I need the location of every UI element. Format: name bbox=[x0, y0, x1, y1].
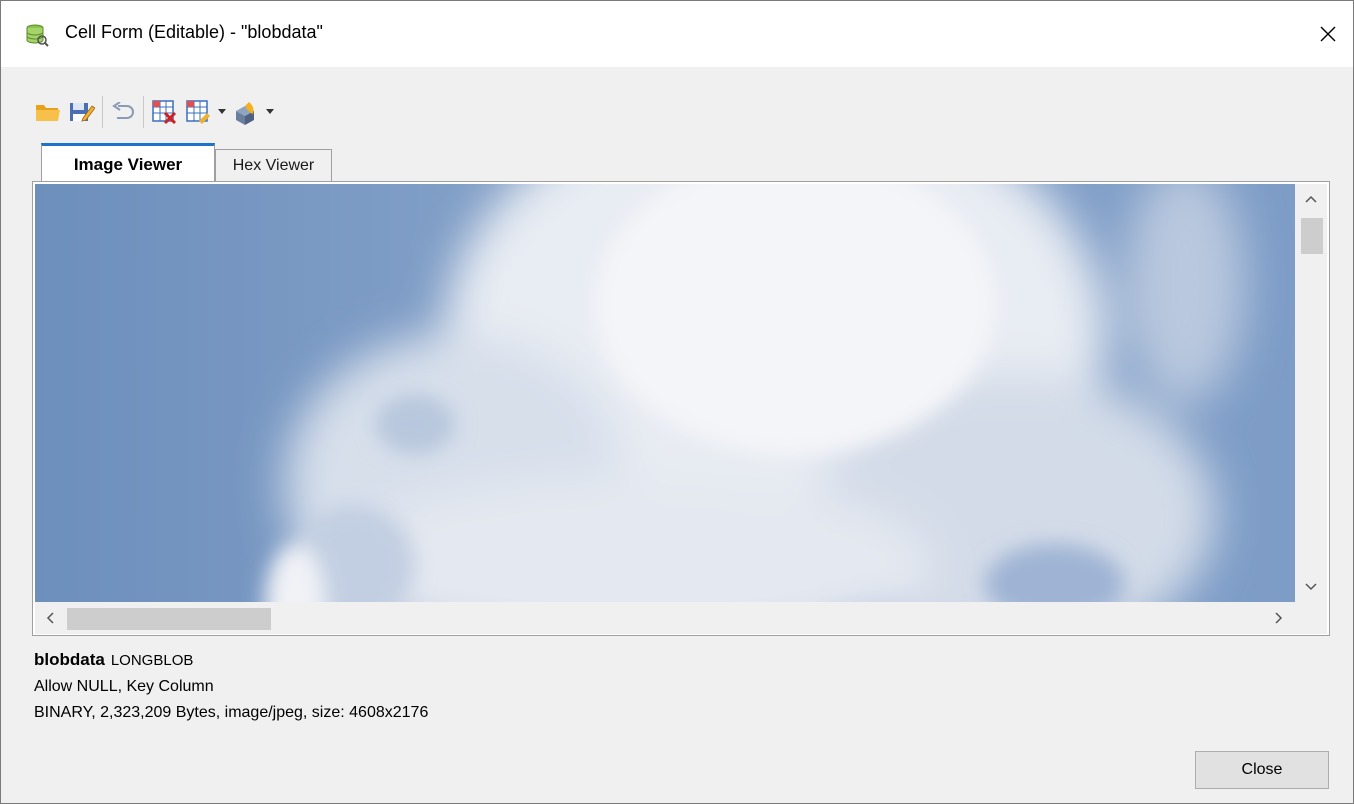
image-viewer-panel bbox=[32, 181, 1330, 636]
scrollbar-corner bbox=[1295, 602, 1327, 634]
image-preview bbox=[35, 184, 1295, 602]
tab-label: Image Viewer bbox=[73, 154, 183, 174]
tab-image-viewer[interactable]: Image Viewer bbox=[41, 143, 215, 183]
toolbar-separator bbox=[143, 96, 144, 128]
vertical-scroll-thumb[interactable] bbox=[1301, 218, 1323, 254]
grid-options-button[interactable] bbox=[181, 95, 215, 129]
title-bar: Cell Form (Editable) - "blobdata" bbox=[1, 1, 1353, 67]
toolbar bbox=[31, 94, 277, 130]
open-file-button[interactable] bbox=[31, 95, 65, 129]
scroll-down-arrow-icon[interactable] bbox=[1300, 576, 1322, 598]
undo-icon bbox=[112, 102, 134, 119]
save-edit-icon bbox=[70, 103, 95, 122]
column-name: blobdata bbox=[34, 650, 105, 669]
horizontal-scroll-thumb[interactable] bbox=[67, 608, 271, 630]
color-object-dropdown[interactable] bbox=[263, 95, 277, 129]
close-button-label: Close bbox=[1241, 761, 1283, 778]
grid-options-icon bbox=[186, 100, 210, 124]
grid-options-dropdown[interactable] bbox=[215, 95, 229, 129]
database-cell-icon bbox=[25, 23, 49, 47]
clear-grid-icon bbox=[152, 100, 177, 125]
clear-button[interactable] bbox=[147, 95, 181, 129]
scroll-right-arrow-icon[interactable] bbox=[1268, 607, 1290, 629]
blob-details: BINARY, 2,323,209 Bytes, image/jpeg, siz… bbox=[34, 704, 429, 721]
toolbar-separator bbox=[102, 96, 103, 128]
close-icon bbox=[1320, 26, 1336, 42]
cell-form-window: Cell Form (Editable) - "blobdata" Image … bbox=[0, 0, 1354, 804]
scroll-up-arrow-icon[interactable] bbox=[1300, 188, 1322, 210]
color-object-icon bbox=[236, 102, 254, 125]
tab-hex-viewer[interactable]: Hex Viewer bbox=[215, 149, 332, 181]
open-folder-icon bbox=[36, 105, 60, 121]
undo-button[interactable] bbox=[106, 95, 140, 129]
dropdown-arrow-icon bbox=[218, 109, 226, 114]
column-attributes: Allow NULL, Key Column bbox=[34, 678, 214, 695]
scroll-left-arrow-icon[interactable] bbox=[39, 607, 61, 629]
tab-label: Hex Viewer bbox=[232, 156, 315, 174]
column-type: LONGBLOB bbox=[110, 652, 194, 669]
horizontal-scrollbar[interactable] bbox=[35, 602, 1295, 634]
color-object-button[interactable] bbox=[229, 95, 263, 129]
save-button[interactable] bbox=[65, 95, 99, 129]
window-title: Cell Form (Editable) - "blobdata" bbox=[65, 22, 323, 42]
dropdown-arrow-icon bbox=[266, 109, 274, 114]
close-button[interactable]: Close bbox=[1195, 751, 1329, 789]
column-info: blobdata LONGBLOB Allow NULL, Key Column … bbox=[34, 647, 428, 726]
window-close-button[interactable] bbox=[1303, 1, 1353, 67]
vertical-scrollbar[interactable] bbox=[1295, 184, 1327, 602]
cloud-image bbox=[35, 184, 1295, 602]
